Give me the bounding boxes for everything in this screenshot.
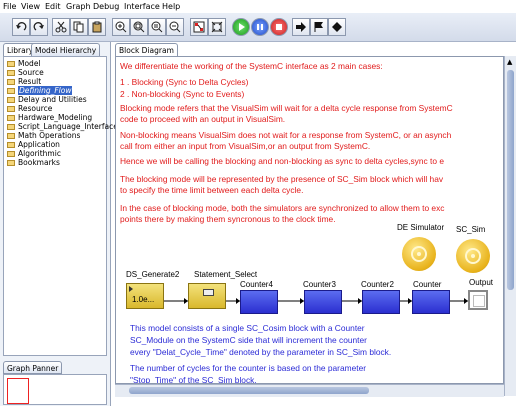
menu-edit[interactable]: Edit	[45, 2, 61, 11]
menu-file[interactable]: File	[3, 2, 16, 11]
output-block[interactable]	[468, 290, 488, 310]
counter2-block[interactable]	[362, 290, 400, 314]
canvas-note: SC_Module on the SystemC side that will …	[130, 335, 367, 345]
block-diagram-canvas[interactable]: We differentiate the working of the Syst…	[115, 56, 504, 384]
canvas-note: The number of cycles for the counter is …	[130, 363, 367, 373]
ds-generate-block[interactable]: 1.0e...	[126, 283, 164, 309]
output-block-inner	[473, 295, 485, 307]
copy-icon[interactable]	[70, 18, 88, 36]
zoom-out-icon[interactable]	[166, 18, 184, 36]
paste-icon[interactable]	[88, 18, 106, 36]
tree-item-source[interactable]: Source	[7, 68, 44, 77]
diamond-icon[interactable]	[328, 18, 346, 36]
vertical-scroll-thumb[interactable]	[507, 70, 514, 290]
flag-icon[interactable]	[310, 18, 328, 36]
statement-select-block[interactable]	[188, 283, 226, 309]
redo-icon[interactable]	[30, 18, 48, 36]
folder-icon	[7, 79, 15, 85]
tree-item-model[interactable]: Model	[7, 59, 41, 68]
toolbar	[0, 13, 516, 42]
tab-block-diagram[interactable]: Block Diagram	[115, 43, 178, 56]
tree-item-result[interactable]: Result	[7, 77, 41, 86]
play-icon	[129, 286, 133, 292]
folder-icon	[7, 97, 15, 103]
tree-item-resource[interactable]: Resource	[7, 104, 52, 113]
tab-graph-panner[interactable]: Graph Panner	[3, 361, 63, 374]
cut-icon[interactable]	[52, 18, 70, 36]
zoom-reset-icon[interactable]	[148, 18, 166, 36]
folder-icon	[7, 160, 15, 166]
counter4-block[interactable]	[240, 290, 278, 314]
menu-help[interactable]: Help	[162, 2, 180, 11]
folder-icon	[7, 133, 15, 139]
menu-graph[interactable]: Graph	[66, 2, 91, 11]
tree-item-math-operations[interactable]: Math Operations	[7, 131, 80, 140]
folder-icon	[7, 142, 15, 148]
tree-item-algorithmic[interactable]: Algorithmic	[7, 149, 61, 158]
graph-panner[interactable]	[3, 374, 107, 405]
counter-block[interactable]	[412, 290, 450, 314]
tree-item-defining-flow[interactable]: Defining_Flow	[7, 86, 73, 95]
scroll-up-icon[interactable]: ▲	[507, 58, 512, 66]
tree-item-script-language[interactable]: Script_Language_Interface	[7, 122, 118, 131]
fit-icon[interactable]	[208, 18, 226, 36]
folder-icon	[7, 151, 15, 157]
tab-model-hierarchy[interactable]: Model Hierarchy	[31, 43, 101, 56]
horizontal-scrollbar[interactable]	[115, 384, 504, 397]
canvas-note: every "Delat_Cycle_Time" denoted by the …	[130, 347, 392, 357]
folder-icon	[7, 70, 15, 76]
tree-item-hardware-modeling[interactable]: Hardware_Modeling	[7, 113, 92, 122]
stop-icon[interactable]	[270, 18, 288, 36]
run-icon[interactable]	[232, 18, 250, 36]
tree-item-delay-utilities[interactable]: Delay and Utilities	[7, 95, 87, 104]
vertical-scrollbar[interactable]: ▲	[504, 56, 516, 396]
folder-icon	[7, 124, 15, 130]
undo-icon[interactable]	[12, 18, 30, 36]
menu-interface[interactable]: Interface	[124, 2, 160, 11]
zoom-fit-icon[interactable]	[130, 18, 148, 36]
tree-item-bookmarks[interactable]: Bookmarks	[7, 158, 60, 167]
folder-icon	[7, 106, 15, 112]
tree-item-application[interactable]: Application	[7, 140, 60, 149]
canvas-note: "Stop_Time" of the SC_Sim block.	[130, 375, 257, 384]
folder-icon	[7, 115, 15, 121]
layout-icon[interactable]	[190, 18, 208, 36]
folder-icon	[7, 88, 15, 94]
select-icon	[203, 289, 214, 296]
panner-viewport[interactable]	[7, 378, 29, 404]
pause-icon[interactable]	[251, 18, 269, 36]
menu-view[interactable]: View	[21, 2, 40, 11]
canvas-note: This model consists of a single SC_Cosim…	[130, 323, 365, 333]
step-icon[interactable]	[292, 18, 310, 36]
menu-debug[interactable]: Debug	[93, 2, 119, 11]
ds-generate-value: 1.0e...	[132, 295, 155, 304]
menu-bar: File View Edit Graph Debug Interface Hel…	[0, 0, 516, 13]
horizontal-scroll-thumb[interactable]	[129, 387, 369, 394]
zoom-in-icon[interactable]	[112, 18, 130, 36]
folder-icon	[7, 61, 15, 67]
counter3-block[interactable]	[304, 290, 342, 314]
library-tree: Model Source Result Defining_Flow Delay …	[3, 56, 118, 356]
